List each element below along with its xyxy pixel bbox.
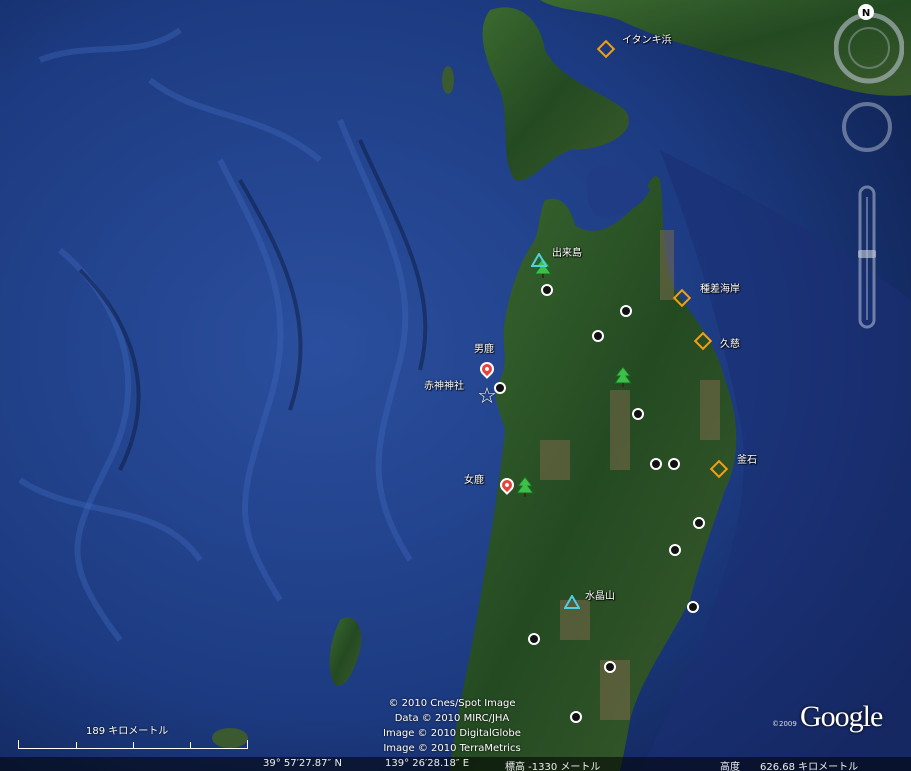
point-marker-icon[interactable] [620,305,632,317]
point-marker-icon[interactable] [570,711,582,723]
point-marker-icon[interactable] [650,458,662,470]
place-label-kuji: 久慈 [720,339,740,350]
point-marker-icon[interactable] [604,661,616,673]
scale-legend: 189 キロメートル [16,722,248,752]
scale-label: 189 キロメートル [86,726,169,737]
longitude-readout: 139° 26′28.18″ E [385,758,470,769]
imagery-attribution: © 2010 Cnes/Spot Image Data © 2010 MIRC/… [362,696,542,756]
point-marker-icon[interactable] [693,517,705,529]
attribution-line: Image © 2010 TerraMetrics [383,743,521,754]
zoom-handle-icon [858,250,876,258]
place-label-akagami: 赤神神社 [424,381,464,392]
place-label-mega: 女鹿 [464,475,484,486]
place-label-suishozan: 水晶山 [585,591,615,602]
google-logo: Google [800,700,883,733]
attribution-line: Image © 2010 DigitalGlobe [383,728,521,739]
latitude-readout: 39° 57′27.87″ N [263,758,342,769]
logo-copyright: ©2009 [772,720,797,728]
point-marker-icon[interactable] [669,544,681,556]
compass-ring[interactable] [834,12,904,84]
park-tree-icon[interactable] [614,366,632,388]
altitude-readout: 626.68 キロメートル [760,762,859,771]
park-tree-icon[interactable] [516,476,534,498]
scale-bar [18,740,248,749]
place-label-itanki: イタンキ浜 [622,35,672,46]
mountain-triangle-icon[interactable] [564,595,580,609]
point-marker-icon[interactable] [668,458,680,470]
place-label-oga: 男鹿 [474,344,494,355]
point-marker-icon[interactable] [592,330,604,342]
place-label-dekijima: 出来島 [552,248,582,259]
point-marker-icon[interactable] [528,633,540,645]
map-view[interactable]: イタンキ浜 出来島 種差海岸 久慈 男鹿 赤神神社 ☆ 釜石 女鹿 水晶山 N [0,0,911,771]
point-marker-icon[interactable] [687,601,699,613]
elevation-readout: 標高 -1330 メートル [505,762,601,771]
navigation-controls: N [834,4,904,329]
attribution-line: © 2010 Cnes/Spot Image [388,698,516,709]
place-label-tanesashi: 種差海岸 [700,284,740,295]
mountain-triangle-icon[interactable] [531,253,547,267]
status-bar: 39° 57′27.87″ N 139° 26′28.18″ E 標高 -133… [0,757,911,771]
zoom-slider[interactable] [858,185,876,329]
point-marker-icon[interactable] [632,408,644,420]
attribution-line: Data © 2010 MIRC/JHA [394,713,510,724]
star-marker-icon[interactable]: ☆ [477,386,497,408]
north-label: N [862,8,870,19]
look-joystick[interactable] [842,102,892,152]
altitude-label: 高度 [720,762,740,771]
point-marker-icon[interactable] [541,284,553,296]
place-label-kamaishi: 釜石 [737,455,757,466]
